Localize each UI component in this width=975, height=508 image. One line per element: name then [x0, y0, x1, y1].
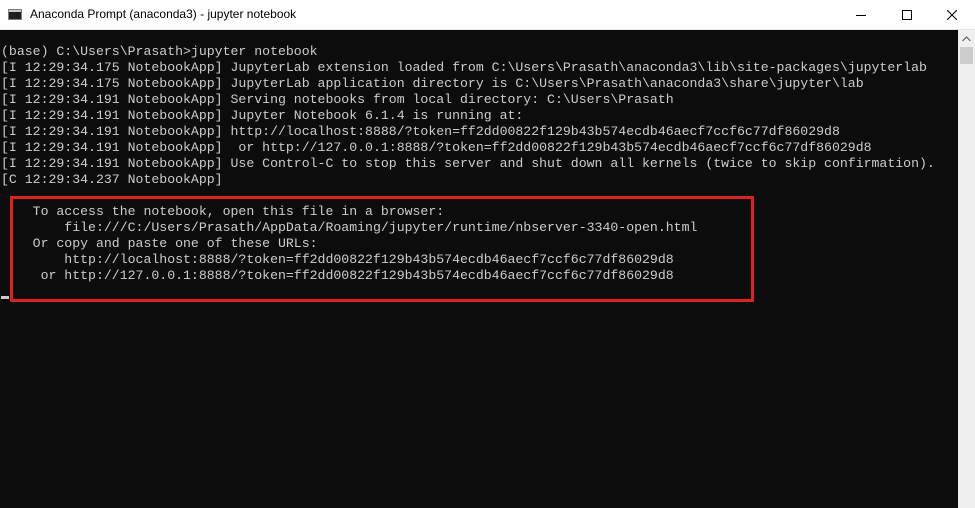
- maximize-button[interactable]: [884, 0, 930, 29]
- console-line: [I 12:29:34.191 NotebookApp] http://loca…: [1, 124, 840, 139]
- minimize-button[interactable]: [838, 0, 884, 29]
- console-line: [I 12:29:34.191 NotebookApp] Serving not…: [1, 92, 674, 107]
- scroll-up-button[interactable]: [958, 30, 975, 47]
- close-icon: [947, 9, 957, 20]
- console-line: [I 12:29:34.191 NotebookApp] Use Control…: [1, 156, 935, 171]
- vertical-scrollbar[interactable]: [958, 30, 975, 508]
- scrollbar-thumb[interactable]: [960, 47, 973, 64]
- text-cursor: [1, 296, 9, 299]
- console-line: [I 12:29:34.175 NotebookApp] JupyterLab …: [1, 76, 864, 91]
- anaconda-prompt-window: Anaconda Prompt (anaconda3) - jupyter no…: [0, 0, 975, 508]
- minimize-icon: [856, 14, 866, 16]
- console-output[interactable]: (base) C:\Users\Prasath>jupyter notebook…: [0, 30, 958, 508]
- console-line: [I 12:29:34.191 NotebookApp] or http://1…: [1, 140, 872, 155]
- title-bar[interactable]: Anaconda Prompt (anaconda3) - jupyter no…: [0, 0, 975, 30]
- console-line: (base) C:\Users\Prasath>jupyter notebook: [1, 44, 318, 59]
- console-line: [I 12:29:34.175 NotebookApp] JupyterLab …: [1, 60, 927, 75]
- console-line: [C 12:29:34.237 NotebookApp]: [1, 172, 223, 187]
- chevron-up-icon: [962, 35, 971, 41]
- maximize-icon: [902, 9, 912, 20]
- window-title: Anaconda Prompt (anaconda3) - jupyter no…: [30, 7, 297, 21]
- highlight-annotation-box: [10, 196, 754, 302]
- close-button[interactable]: [929, 0, 975, 29]
- terminal-icon: [8, 9, 22, 20]
- console-line: [I 12:29:34.191 NotebookApp] Jupyter Not…: [1, 108, 524, 123]
